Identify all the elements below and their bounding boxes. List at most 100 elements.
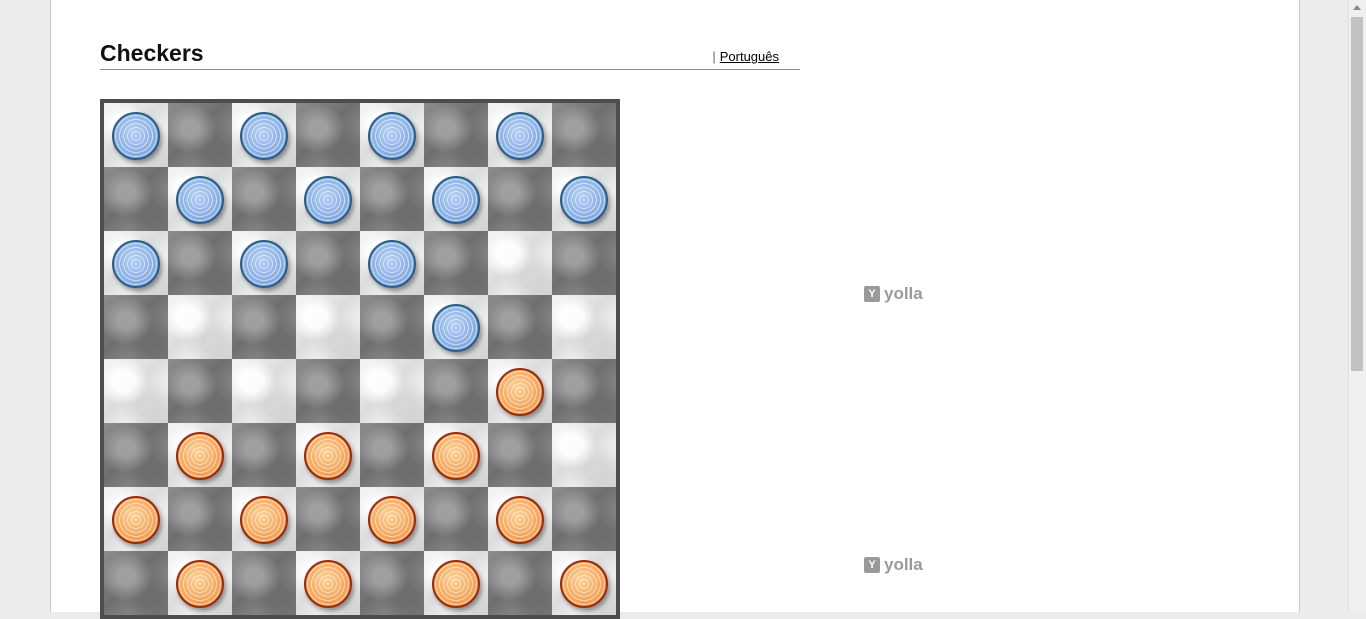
board-square[interactable] bbox=[424, 423, 488, 487]
board-square[interactable] bbox=[424, 103, 488, 167]
board-square[interactable] bbox=[360, 167, 424, 231]
board-square[interactable] bbox=[168, 103, 232, 167]
orange-checker-piece[interactable] bbox=[368, 496, 416, 544]
board-square[interactable] bbox=[168, 487, 232, 551]
vertical-scrollbar[interactable] bbox=[1348, 0, 1366, 612]
board-square[interactable] bbox=[552, 359, 616, 423]
blue-checker-piece[interactable] bbox=[176, 176, 224, 224]
board-square[interactable] bbox=[552, 551, 616, 615]
board-square[interactable] bbox=[296, 167, 360, 231]
blue-checker-piece[interactable] bbox=[112, 112, 160, 160]
orange-checker-piece[interactable] bbox=[304, 432, 352, 480]
page-title: Checkers bbox=[100, 40, 204, 66]
board-square[interactable] bbox=[232, 487, 296, 551]
board-square[interactable] bbox=[104, 423, 168, 487]
board-square[interactable] bbox=[168, 167, 232, 231]
board-square[interactable] bbox=[168, 551, 232, 615]
board-square[interactable] bbox=[488, 103, 552, 167]
board-square[interactable] bbox=[488, 423, 552, 487]
board-square[interactable] bbox=[104, 231, 168, 295]
board-square[interactable] bbox=[296, 551, 360, 615]
board-square[interactable] bbox=[104, 487, 168, 551]
blue-checker-piece[interactable] bbox=[560, 176, 608, 224]
ad-banner-1[interactable]: Y yolla bbox=[864, 284, 923, 304]
yolla-logo-icon: Y bbox=[864, 286, 880, 302]
orange-checker-piece[interactable] bbox=[432, 432, 480, 480]
scroll-up-arrow-icon[interactable] bbox=[1353, 5, 1361, 10]
orange-checker-piece[interactable] bbox=[560, 560, 608, 608]
board-square[interactable] bbox=[232, 167, 296, 231]
board-square[interactable] bbox=[104, 167, 168, 231]
board-square[interactable] bbox=[232, 423, 296, 487]
board-square[interactable] bbox=[424, 167, 488, 231]
board-square[interactable] bbox=[232, 551, 296, 615]
board-square[interactable] bbox=[360, 295, 424, 359]
board-square[interactable] bbox=[424, 487, 488, 551]
ad-label: yolla bbox=[884, 555, 923, 574]
scrollbar-thumb[interactable] bbox=[1351, 17, 1363, 371]
blue-checker-piece[interactable] bbox=[432, 304, 480, 352]
board-square[interactable] bbox=[552, 487, 616, 551]
board-square[interactable] bbox=[168, 231, 232, 295]
blue-checker-piece[interactable] bbox=[368, 240, 416, 288]
board-square[interactable] bbox=[104, 103, 168, 167]
page-container: Checkers | Português Y yolla Y yolla bbox=[50, 0, 1300, 619]
board-square[interactable] bbox=[232, 359, 296, 423]
ad-banner-2[interactable]: Y yolla bbox=[864, 555, 923, 575]
board-square[interactable] bbox=[552, 295, 616, 359]
board-square[interactable] bbox=[488, 551, 552, 615]
board-square[interactable] bbox=[296, 231, 360, 295]
checkers-board bbox=[100, 99, 620, 619]
board-square[interactable] bbox=[168, 423, 232, 487]
board-square[interactable] bbox=[232, 231, 296, 295]
blue-checker-piece[interactable] bbox=[432, 176, 480, 224]
orange-checker-piece[interactable] bbox=[112, 496, 160, 544]
board-square[interactable] bbox=[360, 359, 424, 423]
board-grid bbox=[104, 103, 616, 615]
board-square[interactable] bbox=[104, 295, 168, 359]
board-square[interactable] bbox=[232, 295, 296, 359]
board-square[interactable] bbox=[360, 487, 424, 551]
blue-checker-piece[interactable] bbox=[112, 240, 160, 288]
orange-checker-piece[interactable] bbox=[432, 560, 480, 608]
language-link-portugues[interactable]: Português bbox=[720, 49, 779, 64]
board-square[interactable] bbox=[104, 359, 168, 423]
board-square[interactable] bbox=[488, 231, 552, 295]
orange-checker-piece[interactable] bbox=[240, 496, 288, 544]
board-square[interactable] bbox=[296, 423, 360, 487]
orange-checker-piece[interactable] bbox=[176, 432, 224, 480]
board-square[interactable] bbox=[424, 551, 488, 615]
board-square[interactable] bbox=[296, 295, 360, 359]
board-square[interactable] bbox=[488, 167, 552, 231]
blue-checker-piece[interactable] bbox=[304, 176, 352, 224]
board-square[interactable] bbox=[424, 231, 488, 295]
board-square[interactable] bbox=[488, 487, 552, 551]
board-square[interactable] bbox=[296, 487, 360, 551]
orange-checker-piece[interactable] bbox=[176, 560, 224, 608]
blue-checker-piece[interactable] bbox=[496, 112, 544, 160]
board-square[interactable] bbox=[296, 359, 360, 423]
board-square[interactable] bbox=[360, 103, 424, 167]
board-square[interactable] bbox=[104, 551, 168, 615]
orange-checker-piece[interactable] bbox=[304, 560, 352, 608]
board-square[interactable] bbox=[360, 231, 424, 295]
board-square[interactable] bbox=[552, 103, 616, 167]
board-square[interactable] bbox=[552, 167, 616, 231]
board-square[interactable] bbox=[360, 423, 424, 487]
orange-checker-piece[interactable] bbox=[496, 496, 544, 544]
board-square[interactable] bbox=[296, 103, 360, 167]
board-square[interactable] bbox=[168, 359, 232, 423]
board-square[interactable] bbox=[360, 551, 424, 615]
blue-checker-piece[interactable] bbox=[368, 112, 416, 160]
blue-checker-piece[interactable] bbox=[240, 240, 288, 288]
board-square[interactable] bbox=[424, 359, 488, 423]
blue-checker-piece[interactable] bbox=[240, 112, 288, 160]
board-square[interactable] bbox=[232, 103, 296, 167]
board-square[interactable] bbox=[424, 295, 488, 359]
board-square[interactable] bbox=[488, 295, 552, 359]
board-square[interactable] bbox=[552, 423, 616, 487]
board-square[interactable] bbox=[488, 359, 552, 423]
board-square[interactable] bbox=[168, 295, 232, 359]
board-square[interactable] bbox=[552, 231, 616, 295]
orange-checker-piece[interactable] bbox=[496, 368, 544, 416]
